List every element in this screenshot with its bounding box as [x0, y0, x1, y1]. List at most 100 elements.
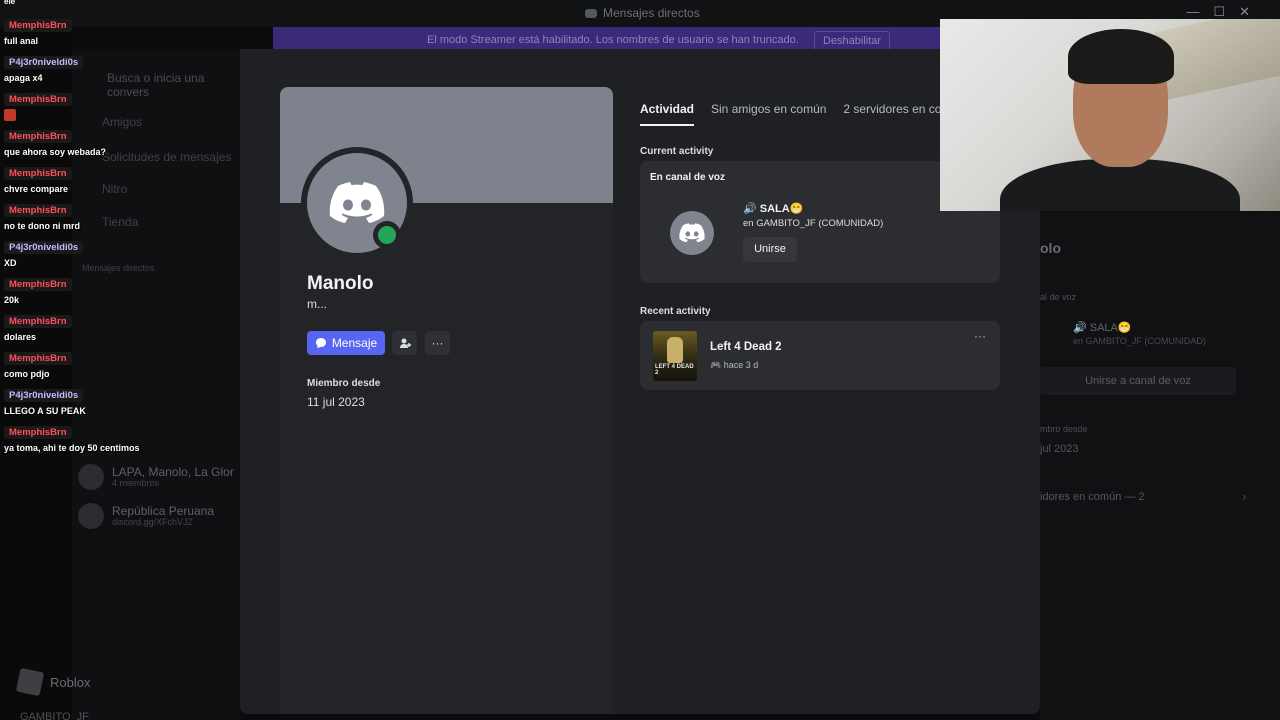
stream-chat-overlay: ele MemphisBrn full anal P4j3r0niveldi0s a…	[0, 0, 250, 460]
chat-message: MemphisBrn 20k	[4, 274, 72, 305]
status-online-indicator	[373, 221, 401, 249]
chat-message: P4j3r0niveldi0s apaga x4	[4, 52, 84, 83]
chat-message: MemphisBrn ya toma, ahi te doy 50 centimo…	[4, 422, 140, 453]
chat-username: MemphisBrn	[4, 204, 72, 217]
chat-message: MemphisBrn chvre compare	[4, 163, 72, 194]
message-button-label: Mensaje	[331, 336, 378, 350]
game-cover: LEFT 4 DEAD 2	[653, 331, 697, 381]
recent-game-card: LEFT 4 DEAD 2 Left 4 Dead 2 🎮 hace 3 d ·…	[640, 321, 1000, 390]
chat-username: MemphisBrn	[4, 19, 72, 32]
avatar	[78, 464, 104, 490]
window-title-text: Mensajes directos	[603, 6, 700, 20]
bg-voice-label: al de voz	[1040, 292, 1077, 302]
chat-text: que ahora soy webada?	[4, 147, 107, 157]
voice-server-name: en GAMBITO_JF (COMUNIDAD)	[743, 218, 884, 229]
window-controls: — ☐ ✕	[1186, 4, 1250, 20]
game-name: Left 4 Dead 2	[710, 341, 782, 353]
avatar	[78, 503, 104, 529]
minimize-button[interactable]: —	[1186, 4, 1199, 20]
dm-item[interactable]: República Peruana discord.gg/XFchVJZ	[78, 503, 214, 529]
hand-icon	[667, 337, 683, 363]
voice-card-header: En canal de voz	[650, 172, 726, 183]
chat-username: P4j3r0niveldi0s	[4, 389, 84, 402]
bg-server: en GAMBITO_JF (COMUNIDAD)	[1073, 336, 1206, 346]
user-plus-icon	[399, 338, 411, 348]
dm-name: República Peruana	[112, 504, 215, 518]
chat-message: MemphisBrn	[4, 89, 72, 126]
dm-profile-panel: olo al de voz 🔊 SALA😁 en GAMBITO_JF (COM…	[1040, 212, 1280, 720]
bg-member-date: jul 2023	[1040, 443, 1079, 455]
join-voice-button[interactable]: Unirse	[743, 237, 797, 262]
chat-text: 20k	[4, 295, 20, 305]
voice-channel-name: 🔊 SALA😁	[743, 203, 804, 215]
chat-text: dolares	[4, 332, 37, 342]
recent-activity-label: Recent activity	[640, 306, 711, 317]
more-dots-icon: ···	[431, 336, 444, 350]
window-title: Mensajes directos	[585, 6, 700, 20]
close-button[interactable]: ✕	[1239, 4, 1250, 20]
bg-member-label: mbro desde	[1040, 424, 1088, 434]
chat-text: apaga x4	[4, 73, 43, 83]
chat-message: P4j3r0niveldi0s XD	[4, 237, 84, 268]
current-activity-label: Current activity	[640, 146, 714, 157]
chat-message: MemphisBrn que ahora soy webada?	[4, 126, 106, 157]
activity-roblox[interactable]: Roblox	[15, 667, 90, 697]
chat-text: chvre compare	[4, 184, 69, 194]
discord-logo-icon	[679, 223, 705, 243]
chat-message: MemphisBrn como pdjo	[4, 348, 72, 379]
tab-activity[interactable]: Actividad	[640, 102, 695, 126]
dm-sub: discord.gg/XFchVJZ	[112, 517, 194, 527]
profile-card: Manolo m... Mensaje ··· Miembro desde 11…	[280, 87, 613, 714]
chat-message: P4j3r0niveldi0s LLEGO A SU PEAK	[4, 385, 86, 416]
webcam-overlay	[940, 19, 1280, 211]
chat-username: P4j3r0niveldi0s	[4, 241, 84, 254]
member-since-date: 11 jul 2023	[307, 395, 365, 409]
chat-username: MemphisBrn	[4, 426, 72, 439]
profile-name: Manolo	[307, 273, 374, 294]
game-cover-text: LEFT 4 DEAD 2	[655, 364, 694, 376]
dm-sub: 4 miembros	[112, 478, 160, 488]
bg-profile-name: olo	[1040, 240, 1061, 256]
dm-name: LAPA, Manolo, La Glor	[112, 465, 234, 479]
emote-icon	[4, 109, 16, 121]
chat-text: full anal	[4, 36, 39, 46]
more-options-button[interactable]: ···	[425, 331, 450, 355]
friend-request-button[interactable]	[392, 331, 417, 355]
chat-username: MemphisBrn	[4, 278, 72, 291]
chat-top-fragment: ele	[4, 0, 16, 6]
person-hair	[1068, 29, 1174, 84]
chat-text: ya toma, ahi te doy 50 centimos	[4, 443, 140, 453]
bg-mutual-servers[interactable]: idores en común — 2	[1040, 491, 1145, 503]
chat-message: MemphisBrn full anal	[4, 15, 72, 46]
chat-text: como pdjo	[4, 369, 50, 379]
inbox-icon	[585, 9, 597, 18]
dm-item[interactable]: LAPA, Manolo, La Glor 4 miembros	[78, 464, 234, 490]
bg-channel: 🔊 SALA😁	[1073, 322, 1132, 334]
tab-mutual-friends[interactable]: Sin amigos en común	[711, 102, 826, 126]
chat-message: MemphisBrn no te dono ni mrd	[4, 200, 80, 231]
chat-text: no te dono ni mrd	[4, 221, 80, 231]
roblox-icon	[15, 667, 45, 697]
server-avatar	[670, 211, 714, 255]
bottom-user: GAMBITO_JF	[20, 711, 89, 720]
chat-username: MemphisBrn	[4, 167, 72, 180]
more-options-icon[interactable]: ···	[974, 329, 986, 343]
chat-username: MemphisBrn	[4, 315, 72, 328]
chevron-right-icon: ›	[1242, 489, 1247, 504]
streamer-banner-text: El modo Streamer está habilitado. Los no…	[427, 34, 799, 46]
chat-message: MemphisBrn dolares	[4, 311, 72, 342]
chat-username: P4j3r0niveldi0s	[4, 56, 84, 69]
disable-streamer-button[interactable]: Deshabilitar	[814, 31, 891, 51]
message-button[interactable]: Mensaje	[307, 331, 385, 355]
profile-modal: Manolo m... Mensaje ··· Miembro desde 11…	[240, 49, 1040, 714]
discord-logo-icon	[329, 182, 385, 223]
profile-tabs: Actividad Sin amigos en común 2 servidor…	[640, 102, 958, 126]
profile-username: m...	[307, 297, 327, 311]
chat-username: MemphisBrn	[4, 130, 72, 143]
chat-text: LLEGO A SU PEAK	[4, 406, 86, 416]
chat-username: MemphisBrn	[4, 93, 72, 106]
bg-join-voice-button[interactable]: Unirse a canal de voz	[1040, 367, 1236, 395]
maximize-button[interactable]: ☐	[1213, 4, 1225, 20]
chat-username: MemphisBrn	[4, 352, 72, 365]
member-since-label: Miembro desde	[307, 378, 381, 389]
